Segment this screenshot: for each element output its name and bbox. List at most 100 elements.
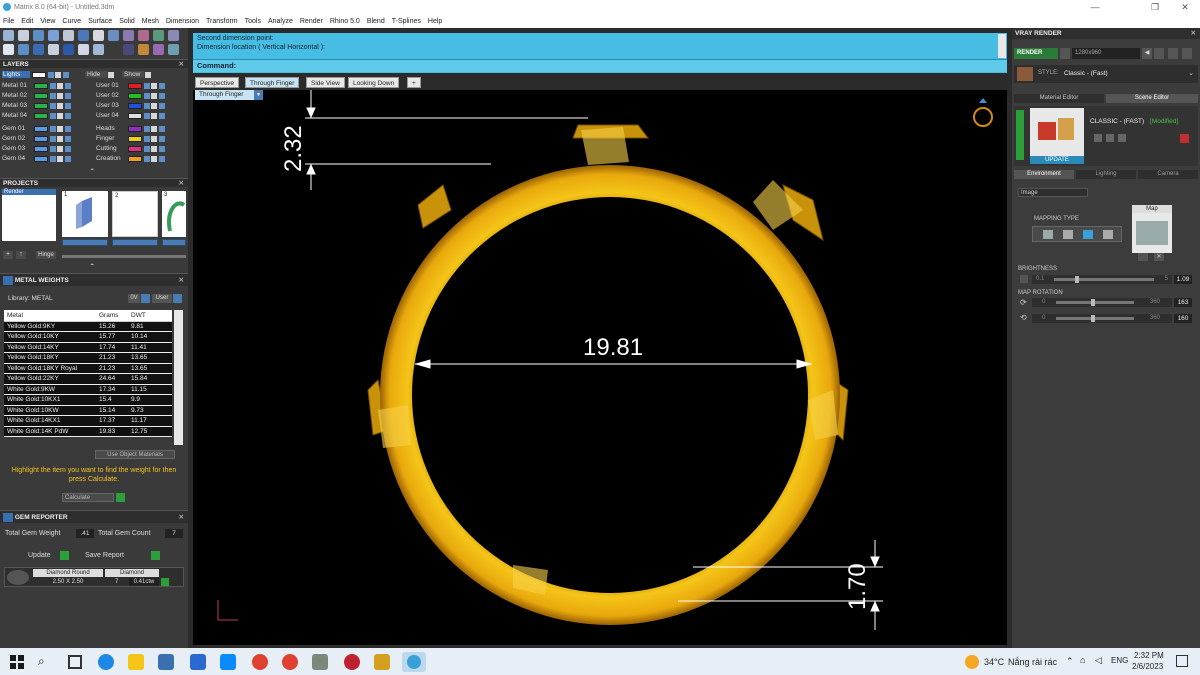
metal-weights-table[interactable]: Metal Grams DWT Yellow Gold:9KY 15.26 9.81…	[4, 310, 172, 437]
toolbar-icon[interactable]	[138, 30, 149, 41]
menu-surface[interactable]: Surface	[88, 18, 112, 25]
layer-toggle[interactable]	[65, 135, 71, 142]
visibility-icon[interactable]	[151, 92, 157, 99]
thumb-controls[interactable]	[62, 239, 108, 246]
layer-color[interactable]	[128, 155, 142, 162]
visibility-icon[interactable]	[57, 125, 63, 132]
gem-go-button[interactable]	[161, 578, 169, 586]
rotation-h-knob[interactable]	[1091, 299, 1096, 306]
prev-icon[interactable]: ◀	[1142, 48, 1152, 59]
tab-lighting[interactable]: Lighting	[1076, 170, 1136, 179]
store-icon[interactable]	[158, 654, 174, 670]
save-icon[interactable]	[1094, 134, 1102, 142]
menu-blend[interactable]: Blend	[367, 18, 385, 25]
visibility-icon[interactable]	[151, 102, 157, 109]
table-row[interactable]: White Gold:10KW 15.14 9.73	[4, 405, 172, 416]
layer-color[interactable]	[128, 145, 142, 152]
visibility-icon[interactable]	[57, 82, 63, 89]
lock-icon[interactable]	[50, 92, 56, 99]
weather-text[interactable]: Nắng rải rác	[1008, 657, 1057, 667]
table-row[interactable]: Yellow Gold:22KY 24.64 15.84	[4, 373, 172, 385]
library-toggle[interactable]	[141, 294, 150, 303]
menu-mesh[interactable]: Mesh	[142, 18, 159, 25]
toolbar-icon[interactable]	[1182, 48, 1192, 59]
menu-tsplines[interactable]: T-Splines	[392, 18, 421, 25]
resolution-field[interactable]: 1280x960	[1072, 48, 1140, 59]
toolbar-icon[interactable]	[78, 44, 89, 55]
table-row[interactable]: Yellow Gold:10KY 15.77 10.14	[4, 331, 172, 343]
layer-toggle[interactable]	[65, 92, 71, 99]
table-row[interactable]: Yellow Gold:14KY 17.74 11.41	[4, 342, 172, 353]
grid-icon[interactable]	[3, 44, 14, 55]
history-scrollbar[interactable]	[998, 34, 1006, 58]
collapse-icon[interactable]: ◓	[90, 262, 94, 269]
layer-toggle[interactable]	[159, 145, 165, 152]
language-icon[interactable]: ENG	[1111, 656, 1128, 665]
layer-toggle[interactable]	[63, 71, 69, 78]
visibility-icon[interactable]	[151, 135, 157, 142]
mapping-dome-icon[interactable]	[1083, 230, 1093, 239]
tab-camera[interactable]: Camera	[1138, 170, 1198, 179]
menu-analyze[interactable]: Analyze	[268, 18, 293, 25]
reset-icon[interactable]	[1180, 134, 1189, 143]
layer-toggle[interactable]	[159, 102, 165, 109]
layer-row-lights[interactable]: Lights Hide Show	[2, 70, 151, 79]
toolbar-icon[interactable]	[18, 30, 29, 41]
add-project-button[interactable]: +	[3, 251, 13, 259]
visibility-icon[interactable]	[151, 112, 157, 119]
toolbar-icon[interactable]	[93, 30, 104, 41]
layer-color[interactable]	[34, 155, 48, 162]
lock-icon[interactable]	[50, 125, 56, 132]
visibility-icon[interactable]	[57, 102, 63, 109]
toolbar-icon[interactable]	[63, 44, 74, 55]
menu-help[interactable]: Help	[428, 18, 442, 25]
toolbar-icon[interactable]	[1154, 48, 1164, 59]
menu-file[interactable]: File	[3, 18, 14, 25]
file-explorer-icon[interactable]	[128, 654, 144, 670]
table-row[interactable]: White Gold:14KX1 17.37 11.17	[4, 415, 172, 427]
user-toggle[interactable]	[173, 294, 182, 303]
layer-toggle[interactable]	[65, 82, 71, 89]
app-icon[interactable]	[312, 654, 328, 670]
layer-toggle[interactable]	[159, 112, 165, 119]
layer-row-gem-01[interactable]: Gem 01	[2, 124, 71, 133]
edge-icon[interactable]	[98, 654, 114, 670]
layer-row-finger[interactable]: Finger	[96, 134, 165, 143]
close-button[interactable]: ✕	[1170, 0, 1200, 14]
project-item-render[interactable]: Render	[2, 189, 56, 195]
mapping-sphere-icon[interactable]	[1103, 230, 1113, 239]
layer-row-metal-02[interactable]: Metal 02	[2, 91, 71, 100]
layer-toggle[interactable]	[159, 125, 165, 132]
lock-icon[interactable]	[144, 125, 150, 132]
layer-row-gem-03[interactable]: Gem 03	[2, 144, 71, 153]
table-row[interactable]: White Gold:14K PdW 19.83 12.75	[4, 426, 172, 437]
gem-list-row[interactable]: Diamond Round 2.50 X 2.50 Diamond 7 0.41…	[4, 567, 184, 587]
brightness-slider[interactable]	[1054, 278, 1154, 281]
environment-type-select[interactable]: Image	[1018, 188, 1088, 197]
close-icon[interactable]: ✕	[179, 274, 184, 287]
layer-color[interactable]	[128, 82, 142, 89]
tab-environment[interactable]: Environment	[1014, 170, 1074, 179]
mail-icon[interactable]	[190, 654, 206, 670]
project-thumb-2[interactable]: 2	[112, 191, 158, 237]
toolbar-icon[interactable]	[153, 30, 164, 41]
layer-toggle[interactable]	[65, 112, 71, 119]
tab-scene-editor[interactable]: Scene Editor	[1106, 94, 1198, 103]
toolbar-icon[interactable]	[1168, 48, 1178, 59]
clock-time[interactable]: 2:32 PM	[1134, 651, 1164, 660]
project-list[interactable]: Render	[2, 189, 56, 241]
layer-toggle[interactable]	[65, 102, 71, 109]
layer-toggle[interactable]	[65, 125, 71, 132]
col-header-grams[interactable]: Grams	[96, 310, 128, 322]
visibility-icon[interactable]	[57, 135, 63, 142]
calculate-field[interactable]: Calculate	[62, 493, 114, 502]
lock-icon[interactable]	[48, 71, 54, 78]
network-icon[interactable]: ⌂	[1080, 655, 1085, 665]
app-icon[interactable]	[374, 654, 390, 670]
close-icon[interactable]: ✕	[179, 60, 184, 69]
library-box[interactable]: 0V	[128, 294, 140, 303]
layer-color[interactable]	[34, 92, 48, 99]
table-row[interactable]: Yellow Gold:18KY Royal 21.23 13.65	[4, 363, 172, 374]
col-header-dwt[interactable]: DWT	[128, 310, 172, 322]
layer-row-user-04[interactable]: User 04	[96, 111, 165, 120]
